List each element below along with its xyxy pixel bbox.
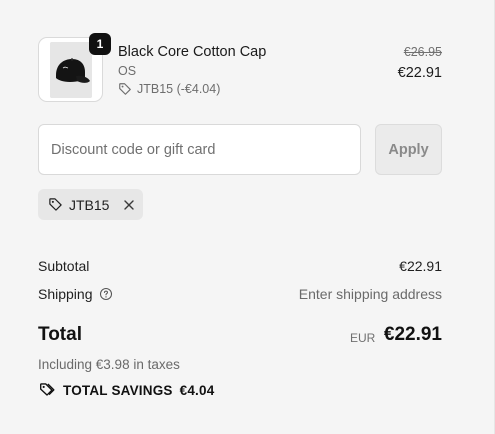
discount-code-input[interactable] <box>38 124 361 175</box>
item-price: €22.91 <box>397 65 442 81</box>
apply-button[interactable]: Apply <box>375 124 442 175</box>
product-title: Black Core Cotton Cap <box>118 44 267 60</box>
total-label: Total <box>38 324 82 345</box>
product-thumbnail: 1 <box>38 33 111 102</box>
close-icon <box>124 199 135 210</box>
total-amount: €22.91 <box>383 324 442 345</box>
tags-icon <box>40 383 55 396</box>
compare-at-price: €26.95 <box>403 45 442 59</box>
subtotal-value: €22.91 <box>399 258 442 274</box>
order-summary: 1 Black Core Cotton Cap OS JTB15 (-€4.04… <box>0 0 495 434</box>
shipping-label-group: Shipping <box>38 286 113 302</box>
subtotal-label: Subtotal <box>38 258 90 274</box>
applied-code-label: JTB15 <box>69 196 110 213</box>
currency-code: EUR <box>350 331 376 345</box>
savings-label: TOTAL SAVINGS <box>63 382 173 398</box>
total-savings: TOTAL SAVINGS €4.04 <box>38 381 214 399</box>
question-circle-icon[interactable] <box>99 287 113 301</box>
savings-value: €4.04 <box>179 382 215 398</box>
shipping-value: Enter shipping address <box>298 286 442 302</box>
line-item: 1 Black Core Cotton Cap OS JTB15 (-€4.04… <box>38 33 442 103</box>
cap-image <box>50 42 92 98</box>
shipping-label: Shipping <box>38 286 93 302</box>
applied-discount-chip: JTB15 <box>38 189 143 220</box>
tag-icon <box>119 83 131 95</box>
remove-discount-button[interactable] <box>121 197 137 213</box>
item-discount: JTB15 (-€4.04) <box>118 82 220 96</box>
product-variant: OS <box>118 64 137 78</box>
quantity-badge: 1 <box>89 33 111 55</box>
tag-icon <box>49 198 62 211</box>
tax-note: Including €3.98 in taxes <box>38 357 180 372</box>
item-discount-label: JTB15 (-€4.04) <box>137 82 221 96</box>
